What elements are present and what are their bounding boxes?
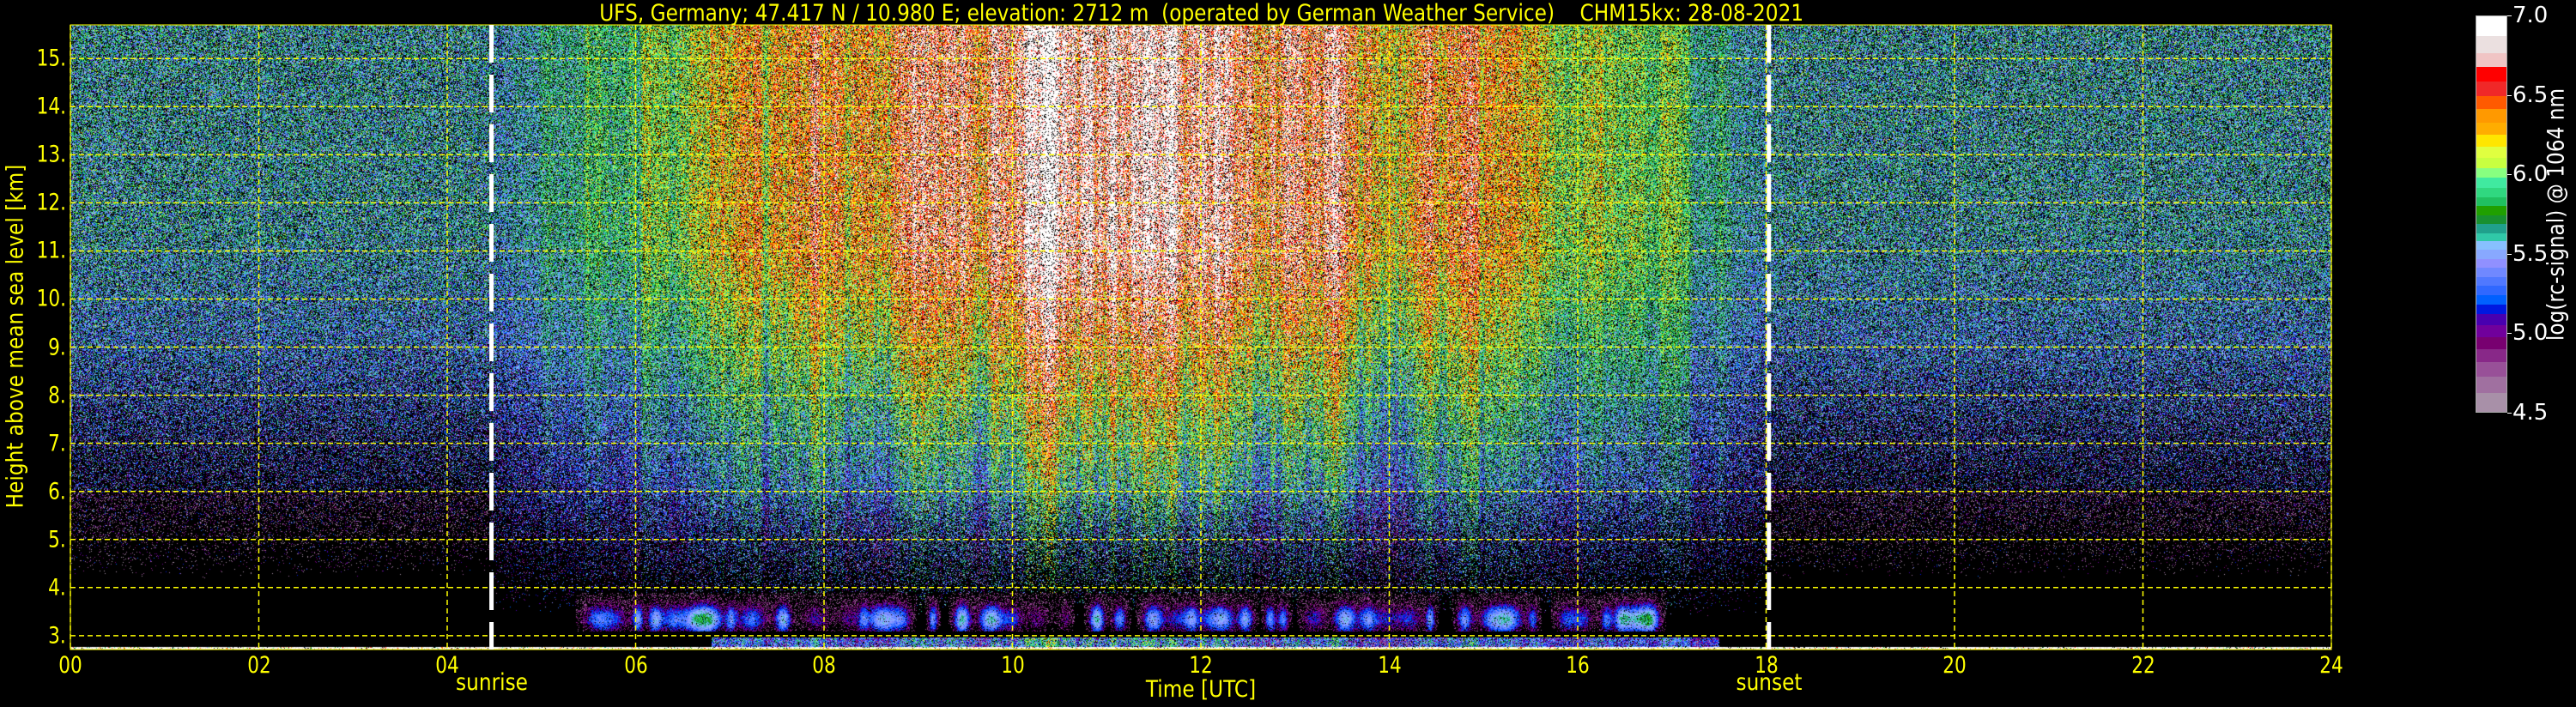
colorbar-tick-mark bbox=[2507, 15, 2512, 16]
chart-title-text: UFS, Germany; 47.417 N / 10.980 E; eleva… bbox=[600, 0, 1804, 27]
sunset-label: sunset bbox=[1736, 669, 1802, 696]
colorbar-bin bbox=[2476, 53, 2506, 68]
colorbar-tick-mark bbox=[2507, 413, 2512, 414]
x-tick-label: 08 bbox=[812, 652, 835, 679]
colorbar-bin bbox=[2476, 215, 2506, 224]
colorbar-bin bbox=[2476, 82, 2506, 96]
y-tick-label: 14. bbox=[37, 94, 66, 120]
colorbar-bin bbox=[2476, 168, 2506, 178]
lidar-quicklook: UFS, Germany; 47.417 N / 10.980 E; eleva… bbox=[0, 0, 2576, 707]
colorbar-bin bbox=[2476, 337, 2506, 350]
colorbar-bin bbox=[2476, 158, 2506, 168]
colorbar-label: log(rc-signal) @ 1064 nm bbox=[2543, 88, 2570, 341]
y-tick-label: 8. bbox=[48, 382, 66, 408]
y-tick-label: 12. bbox=[37, 190, 66, 216]
y-tick-label: 13. bbox=[37, 142, 66, 168]
colorbar-tick-mark bbox=[2507, 95, 2512, 96]
colorbar-bin bbox=[2476, 135, 2506, 148]
colorbar-bin bbox=[2476, 109, 2506, 123]
y-tick-label: 6. bbox=[48, 478, 66, 505]
x-tick-label: 14 bbox=[1378, 652, 1401, 679]
y-tick-label: 7. bbox=[48, 430, 66, 456]
colorbar-tick-label: 4.5 bbox=[2512, 400, 2548, 426]
colorbar-bin bbox=[2476, 233, 2506, 242]
colorbar-bin bbox=[2476, 224, 2506, 233]
colorbar-tick-label: 7.0 bbox=[2512, 3, 2548, 28]
colorbar-bin bbox=[2476, 259, 2506, 268]
colorbar-bin bbox=[2476, 325, 2506, 337]
colorbar-bin bbox=[2476, 36, 2506, 53]
colorbar-tick-mark bbox=[2507, 333, 2512, 334]
x-tick-label: 00 bbox=[58, 652, 82, 679]
colorbar-bin bbox=[2476, 314, 2506, 325]
colorbar-bin bbox=[2476, 188, 2506, 197]
x-tick-label: 12 bbox=[1189, 652, 1212, 679]
x-tick-label: 06 bbox=[624, 652, 647, 679]
colorbar-tick-mark bbox=[2507, 174, 2512, 175]
y-tick-label: 11. bbox=[37, 238, 66, 264]
colorbar-bin bbox=[2476, 362, 2506, 377]
x-tick-label: 02 bbox=[247, 652, 270, 679]
y-tick-label: 10. bbox=[37, 286, 66, 312]
y-tick-label: 5. bbox=[48, 526, 66, 553]
colorbar-bin bbox=[2476, 241, 2506, 250]
colorbar-bin bbox=[2476, 277, 2506, 287]
sunrise-label: sunrise bbox=[456, 669, 528, 696]
colorbar-bin bbox=[2476, 123, 2506, 135]
colorbar-bin bbox=[2476, 295, 2506, 305]
x-tick-label: 22 bbox=[2131, 652, 2155, 679]
colorbar-bin bbox=[2476, 178, 2506, 188]
colorbar-bin bbox=[2476, 305, 2506, 315]
colorbar-bin bbox=[2476, 268, 2506, 276]
colorbar-bin bbox=[2476, 197, 2506, 206]
x-tick-label: 20 bbox=[1943, 652, 1966, 679]
y-tick-label: 9. bbox=[48, 334, 66, 360]
colorbar-bin bbox=[2476, 349, 2506, 362]
colorbar-tick-mark bbox=[2507, 254, 2512, 255]
colorbar-bin bbox=[2476, 206, 2506, 215]
y-tick-label: 3. bbox=[48, 622, 66, 649]
plot-area bbox=[70, 25, 2331, 650]
colorbar-bin bbox=[2476, 393, 2506, 412]
grid-overlay bbox=[70, 25, 2331, 650]
colorbar-bin bbox=[2476, 67, 2506, 82]
colorbar-bin bbox=[2476, 16, 2506, 36]
chart-title: UFS, Germany; 47.417 N / 10.980 E; eleva… bbox=[0, 0, 2403, 27]
colorbar bbox=[2476, 15, 2507, 413]
colorbar-bin bbox=[2476, 96, 2506, 109]
x-tick-label: 16 bbox=[1566, 652, 1589, 679]
x-tick-label: 10 bbox=[1001, 652, 1024, 679]
colorbar-bin bbox=[2476, 250, 2506, 259]
y-axis-label: Height above mean sea level [km] bbox=[3, 165, 29, 509]
colorbar-bin bbox=[2476, 147, 2506, 158]
y-tick-label: 15. bbox=[37, 45, 66, 72]
x-tick-label: 24 bbox=[2319, 652, 2343, 679]
y-tick-label: 4. bbox=[48, 574, 66, 601]
colorbar-bin bbox=[2476, 286, 2506, 295]
colorbar-bin bbox=[2476, 377, 2506, 394]
x-axis-label: Time [UTC] bbox=[1146, 676, 1256, 703]
